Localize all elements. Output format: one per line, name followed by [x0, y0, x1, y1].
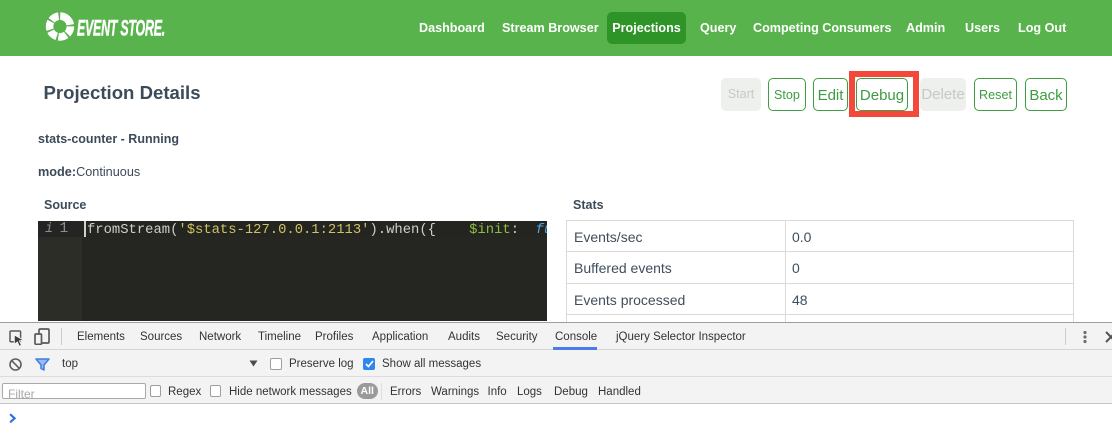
svg-text:EVENT STORE.: EVENT STORE.: [77, 16, 165, 41]
